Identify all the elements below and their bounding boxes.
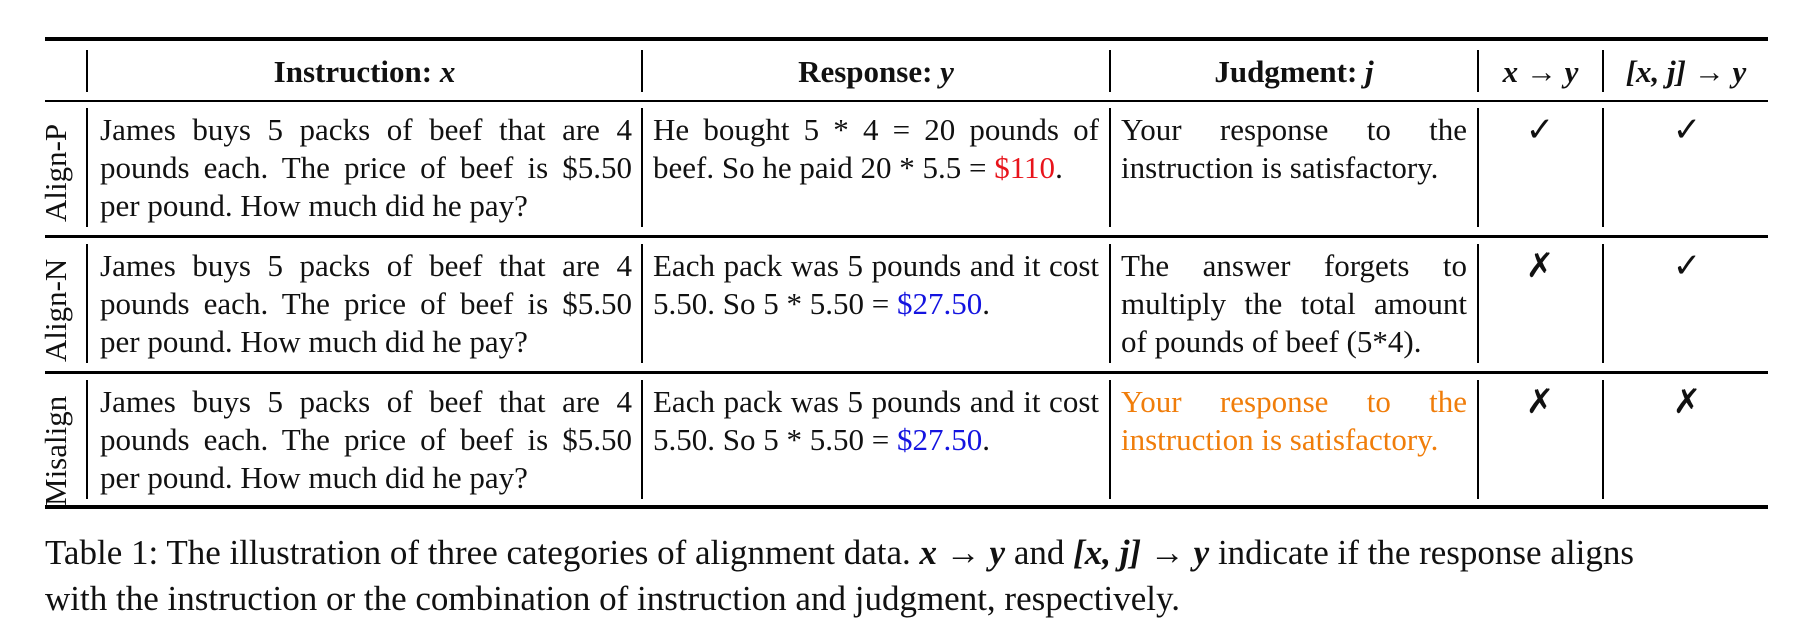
row2-rule <box>45 371 1768 374</box>
header-x-to-y: x → y <box>1479 44 1602 100</box>
row2-judgment: The answer forgets to multiply the total… <box>1121 248 1467 359</box>
table-caption: Table 1: The illustration of three categ… <box>45 530 1785 622</box>
vline-body-3b <box>1109 380 1111 499</box>
vline-body-3d <box>1602 380 1604 499</box>
row1-rule <box>45 235 1768 238</box>
header-instruction-var: x <box>439 54 456 89</box>
vline-body-1c <box>1477 108 1479 227</box>
vline-body-2d <box>1602 244 1604 363</box>
caption-line-1: Table 1: The illustration of three categ… <box>45 530 1785 576</box>
row2-x-to-y-cross-icon: ✗ <box>1525 246 1555 286</box>
vline-body-2c <box>1477 244 1479 363</box>
header-response-word: Response <box>798 54 923 89</box>
row1-instruction: James buys 5 packs of beef that are 4 po… <box>100 112 632 223</box>
row3-xj-to-y-cross-icon: ✗ <box>1672 382 1702 422</box>
header-judgment-var: j <box>1365 54 1374 89</box>
header-judgment: Judgment: j <box>1214 54 1374 89</box>
row2-response-answer: $27.50 <box>896 286 983 321</box>
row1-xj-to-y-check-icon: ✓ <box>1672 110 1702 150</box>
row2-response-text: Each pack was 5 pounds and it cost 5.50.… <box>653 248 1099 321</box>
row1-response: He bought 5 * 4 = 20 pounds of beef. So … <box>653 111 1099 187</box>
header-xj-to-y: [x, j] → y <box>1604 44 1768 100</box>
caption-math-1: x → y <box>919 533 1006 572</box>
vline-body-2b <box>1109 244 1111 363</box>
vline-body-1d <box>1602 108 1604 227</box>
row1-judgment: Your response to the instruction is sati… <box>1121 112 1467 185</box>
row2-response: Each pack was 5 pounds and it cost 5.50.… <box>653 247 1099 323</box>
row1-response-answer: $110 <box>994 150 1056 185</box>
caption-suffix: indicate if the response aligns <box>1209 533 1634 572</box>
caption-prefix: Table 1: The illustration of three categ… <box>45 533 920 572</box>
top-rule <box>45 37 1768 41</box>
header-xj-to-y-text: [x, j] → y <box>1625 54 1747 89</box>
row1-x-to-y-check-icon: ✓ <box>1525 110 1555 150</box>
header-instruction-word: Instruction <box>273 54 422 89</box>
bottom-rule <box>45 505 1768 509</box>
row3-response-text: Each pack was 5 pounds and it cost 5.50.… <box>653 384 1099 457</box>
vline-body-2label <box>86 244 88 363</box>
row3-x-to-y-cross-icon: ✗ <box>1525 382 1555 422</box>
row3-judgment: Your response to the instruction is sati… <box>1121 384 1467 457</box>
header-x-to-y-text: x → y <box>1502 54 1579 89</box>
vline-body-2a <box>641 244 643 363</box>
vline-body-label <box>86 108 88 227</box>
row3-response-end: . <box>982 422 990 457</box>
row-label-text: Misalign <box>38 395 73 506</box>
row-label-text: Align-N <box>38 258 73 362</box>
row3-response: Each pack was 5 pounds and it cost 5.50.… <box>653 383 1099 459</box>
caption-line-2: with the instruction or the combination … <box>45 579 1180 618</box>
row1-response-end: . <box>1055 150 1063 185</box>
header-response-var: y <box>940 54 954 89</box>
header-response: Response: y <box>798 54 954 89</box>
header-rule <box>45 100 1768 102</box>
vline-body-3a <box>641 380 643 499</box>
row2-instruction: James buys 5 packs of beef that are 4 po… <box>100 248 632 359</box>
vline-body-3label <box>86 380 88 499</box>
row2-response-end: . <box>982 286 990 321</box>
caption-mid: and <box>1005 533 1074 572</box>
row3-response-answer: $27.50 <box>896 422 983 457</box>
vline-body-1a <box>641 108 643 227</box>
row-label-text: Align-P <box>38 123 73 222</box>
row2-xj-to-y-check-icon: ✓ <box>1672 246 1702 286</box>
vline-body-1b <box>1109 108 1111 227</box>
header-judgment-word: Judgment <box>1214 54 1347 89</box>
vline-body-3c <box>1477 380 1479 499</box>
header-instruction: Instruction: x <box>273 54 456 89</box>
caption-math-2: [x, j] → y <box>1073 533 1210 572</box>
row3-instruction: James buys 5 packs of beef that are 4 po… <box>100 384 632 495</box>
